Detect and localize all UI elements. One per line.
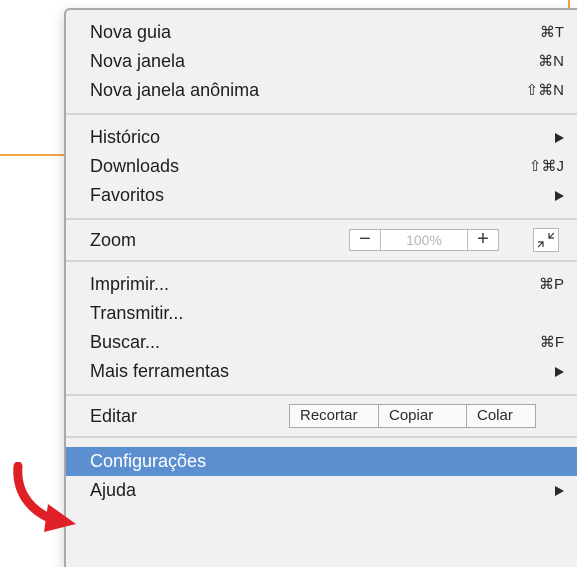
shortcut-label: ⌘F — [539, 334, 564, 351]
menu-item-label: Nova guia — [90, 22, 172, 42]
menu-item-downloads[interactable]: Downloads ⇧⌘J — [66, 152, 577, 181]
zoom-level-value: 100% — [380, 230, 468, 250]
menu-item-new-incognito-window[interactable]: Nova janela anônima ⇧⌘N — [66, 76, 577, 105]
menu-item-bookmarks[interactable]: Favoritos — [66, 181, 577, 210]
submenu-arrow-icon — [555, 486, 564, 496]
submenu-arrow-icon — [555, 133, 564, 143]
cut-button[interactable]: Recortar — [290, 405, 379, 427]
red-pointer-arrow-icon — [13, 462, 76, 532]
copy-button[interactable]: Copiar — [379, 405, 467, 427]
menu-item-label: Ajuda — [90, 480, 137, 500]
menu-item-history[interactable]: Histórico — [66, 123, 577, 152]
menu-section-settings: Configurações Ajuda — [66, 438, 577, 513]
edit-label: Editar — [90, 406, 138, 426]
submenu-arrow-icon — [555, 191, 564, 201]
menu-section-tools: Imprimir... ⌘P Transmitir... Buscar... ⌘… — [66, 262, 577, 394]
zoom-controls: − 100% + — [349, 229, 499, 251]
screenshot-stage: Nova guia ⌘T Nova janela ⌘N Nova janela … — [0, 0, 577, 567]
shortcut-label: ⌘P — [538, 276, 564, 293]
submenu-arrow-icon — [555, 367, 564, 377]
menu-item-label: Nova janela — [90, 51, 186, 71]
zoom-label: Zoom — [90, 230, 137, 250]
menu-section-zoom: Zoom − 100% + — [66, 220, 577, 260]
menu-item-label: Buscar... — [90, 332, 161, 352]
menu-item-help[interactable]: Ajuda — [66, 476, 577, 505]
shortcut-label: ⇧⌘N — [525, 82, 564, 99]
fullscreen-icon — [537, 232, 555, 248]
menu-item-label: Imprimir... — [90, 274, 169, 294]
shortcut-label: ⇧⌘J — [528, 158, 564, 175]
menu-item-more-tools[interactable]: Mais ferramentas — [66, 357, 577, 386]
menu-item-label: Mais ferramentas — [90, 361, 230, 381]
menu-item-label: Downloads — [90, 156, 180, 176]
menu-item-find[interactable]: Buscar... ⌘F — [66, 328, 577, 357]
menu-item-zoom: Zoom − 100% + — [66, 220, 577, 260]
annotation-line-left — [0, 154, 66, 156]
menu-section-edit: Editar Recortar Copiar Colar — [66, 396, 577, 436]
menu-section-history: Histórico Downloads ⇧⌘J Favoritos — [66, 115, 577, 218]
menu-item-print[interactable]: Imprimir... ⌘P — [66, 270, 577, 299]
menu-item-label: Configurações — [90, 451, 207, 471]
menu-item-new-tab[interactable]: Nova guia ⌘T — [66, 18, 577, 47]
shortcut-label: ⌘T — [539, 24, 564, 41]
menu-item-settings[interactable]: Configurações — [66, 447, 577, 476]
zoom-in-button[interactable]: + — [468, 229, 498, 250]
shortcut-label: ⌘N — [538, 53, 564, 70]
menu-item-cast[interactable]: Transmitir... — [66, 299, 577, 328]
menu-item-new-window[interactable]: Nova janela ⌘N — [66, 47, 577, 76]
fullscreen-button[interactable] — [533, 228, 559, 252]
menu-item-label: Nova janela anônima — [90, 80, 260, 100]
paste-button[interactable]: Colar — [467, 405, 535, 427]
chrome-main-menu: Nova guia ⌘T Nova janela ⌘N Nova janela … — [64, 8, 577, 567]
menu-item-label: Histórico — [90, 127, 161, 147]
menu-item-edit: Editar Recortar Copiar Colar — [66, 396, 577, 436]
menu-item-label: Favoritos — [90, 185, 165, 205]
edit-controls: Recortar Copiar Colar — [289, 404, 536, 428]
menu-section-new: Nova guia ⌘T Nova janela ⌘N Nova janela … — [66, 10, 577, 113]
zoom-out-button[interactable]: − — [350, 229, 380, 250]
menu-item-label: Transmitir... — [90, 303, 184, 323]
